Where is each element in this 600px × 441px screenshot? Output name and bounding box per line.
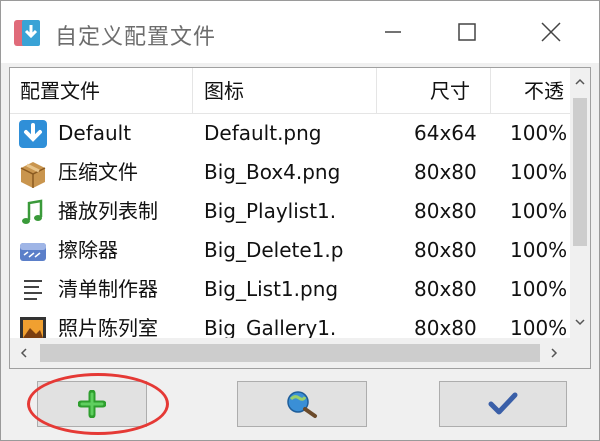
icon-size: 80x80 bbox=[414, 238, 477, 262]
profile-name: 压缩文件 bbox=[58, 160, 138, 184]
custom-profile-window: 自定义配置文件 配置文件 图标 尺寸 不透 Default Default.pn… bbox=[0, 0, 600, 441]
icon-filename: Big_Delete1.p bbox=[204, 238, 344, 262]
download-arrow-icon bbox=[19, 120, 47, 148]
column-header-icon[interactable]: 图标 bbox=[204, 68, 244, 114]
column-header-profile[interactable]: 配置文件 bbox=[20, 68, 100, 114]
column-divider[interactable] bbox=[376, 68, 377, 114]
table-row[interactable]: 清单制作器 Big_List1.png 80x80 100% bbox=[10, 270, 570, 309]
highlight-circle bbox=[27, 373, 169, 435]
icon-filename: Big_Playlist1. bbox=[204, 199, 337, 223]
icon-size: 80x80 bbox=[414, 160, 477, 184]
icon-filename: Default.png bbox=[204, 121, 322, 145]
icon-size: 80x80 bbox=[414, 316, 477, 338]
vertical-scroll-thumb[interactable] bbox=[573, 98, 587, 246]
gallery-icon bbox=[20, 317, 46, 338]
ok-button[interactable] bbox=[439, 381, 567, 427]
scroll-left-icon[interactable] bbox=[18, 347, 30, 359]
magnifier-globe-icon bbox=[287, 391, 317, 418]
table-row[interactable]: 擦除器 Big_Delete1.p 80x80 100% bbox=[10, 231, 570, 270]
column-header-size[interactable]: 尺寸 bbox=[430, 68, 470, 114]
column-header-opacity[interactable]: 不透 bbox=[524, 68, 564, 114]
checkmark-icon bbox=[488, 392, 518, 415]
close-button[interactable] bbox=[515, 1, 587, 63]
icon-size: 80x80 bbox=[414, 277, 477, 301]
profile-name: 清单制作器 bbox=[58, 277, 158, 301]
scroll-up-icon[interactable] bbox=[574, 76, 586, 88]
icon-size: 64x64 bbox=[414, 121, 477, 145]
profile-name: 播放列表制 bbox=[58, 199, 158, 223]
column-divider[interactable] bbox=[192, 68, 193, 114]
table-row[interactable]: Default Default.png 64x64 100% bbox=[10, 114, 570, 153]
maximize-button[interactable] bbox=[431, 1, 503, 63]
vertical-scrollbar[interactable] bbox=[570, 68, 590, 338]
maximize-icon bbox=[458, 23, 476, 41]
scroll-down-icon[interactable] bbox=[574, 316, 586, 328]
horizontal-scrollbar[interactable] bbox=[10, 338, 570, 368]
minimize-button[interactable] bbox=[357, 1, 429, 63]
list-header: 配置文件 图标 尺寸 不透 bbox=[10, 68, 570, 114]
icon-filename: Big_Box4.png bbox=[204, 160, 341, 184]
icon-opacity: 100% bbox=[510, 277, 568, 301]
search-button[interactable] bbox=[237, 381, 367, 427]
icon-opacity: 100% bbox=[510, 199, 568, 223]
icon-opacity: 100% bbox=[510, 160, 568, 184]
scroll-right-icon[interactable] bbox=[548, 347, 560, 359]
table-row[interactable]: 压缩文件 Big_Box4.png 80x80 100% bbox=[10, 153, 570, 192]
scroll-corner bbox=[570, 338, 590, 368]
icon-opacity: 100% bbox=[510, 121, 568, 145]
icon-opacity: 100% bbox=[510, 238, 568, 262]
close-icon bbox=[541, 22, 561, 42]
table-row[interactable]: 播放列表制 Big_Playlist1. 80x80 100% bbox=[10, 192, 570, 231]
table-row[interactable]: 照片陈列室 Big_Gallery1. 80x80 100% bbox=[10, 309, 570, 338]
icon-size: 80x80 bbox=[414, 199, 477, 223]
icon-opacity: 100% bbox=[510, 316, 568, 338]
profile-name: 擦除器 bbox=[58, 238, 118, 262]
title-bar: 自定义配置文件 bbox=[1, 1, 599, 63]
window-title: 自定义配置文件 bbox=[55, 25, 217, 50]
box-icon bbox=[20, 162, 46, 188]
eraser-icon bbox=[20, 243, 46, 261]
column-divider[interactable] bbox=[490, 68, 491, 114]
profile-name: Default bbox=[58, 121, 132, 145]
list-icon bbox=[24, 280, 42, 300]
app-icon bbox=[14, 20, 40, 46]
profile-name: 照片陈列室 bbox=[58, 316, 158, 338]
icon-filename: Big_List1.png bbox=[204, 277, 339, 301]
music-note-icon bbox=[22, 199, 43, 224]
profile-list: 配置文件 图标 尺寸 不透 Default Default.png 64x64 … bbox=[9, 67, 591, 369]
icon-filename: Big_Gallery1. bbox=[204, 316, 337, 338]
horizontal-scroll-thumb[interactable] bbox=[40, 344, 540, 362]
minimize-icon bbox=[385, 31, 401, 33]
